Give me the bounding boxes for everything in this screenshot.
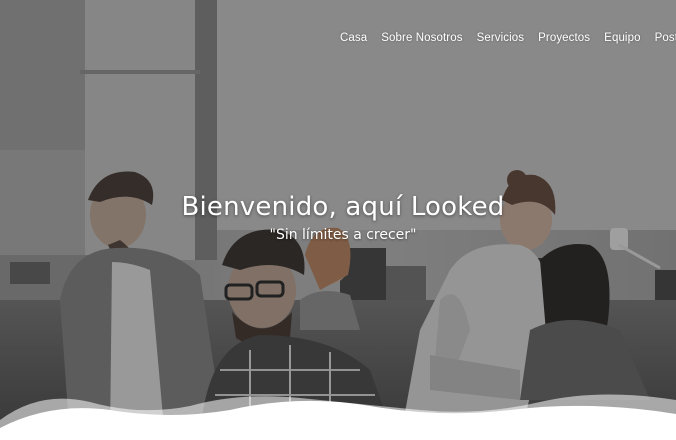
nav-item-servicios[interactable]: Servicios: [477, 32, 525, 44]
nav-item-proyectos[interactable]: Proyectos: [538, 32, 590, 44]
nav-item-postula[interactable]: Postula: [655, 32, 676, 44]
hero-title: Bienvenido, aquí Looked: [181, 192, 505, 222]
nav-item-casa[interactable]: Casa: [340, 32, 367, 44]
main-navigation: Casa Sobre Nosotros Servicios Proyectos …: [0, 0, 676, 78]
hero-section: Casa Sobre Nosotros Servicios Proyectos …: [0, 0, 676, 440]
bottom-wave-divider: [0, 394, 676, 440]
nav-item-sobre-nosotros[interactable]: Sobre Nosotros: [381, 32, 462, 44]
nav-item-equipo[interactable]: Equipo: [604, 32, 640, 44]
nav-menu: Casa Sobre Nosotros Servicios Proyectos …: [340, 32, 676, 44]
hero-subtitle: "Sin límites a crecer": [269, 227, 417, 243]
hero-text-block: Bienvenido, aquí Looked "Sin límites a c…: [0, 190, 676, 246]
